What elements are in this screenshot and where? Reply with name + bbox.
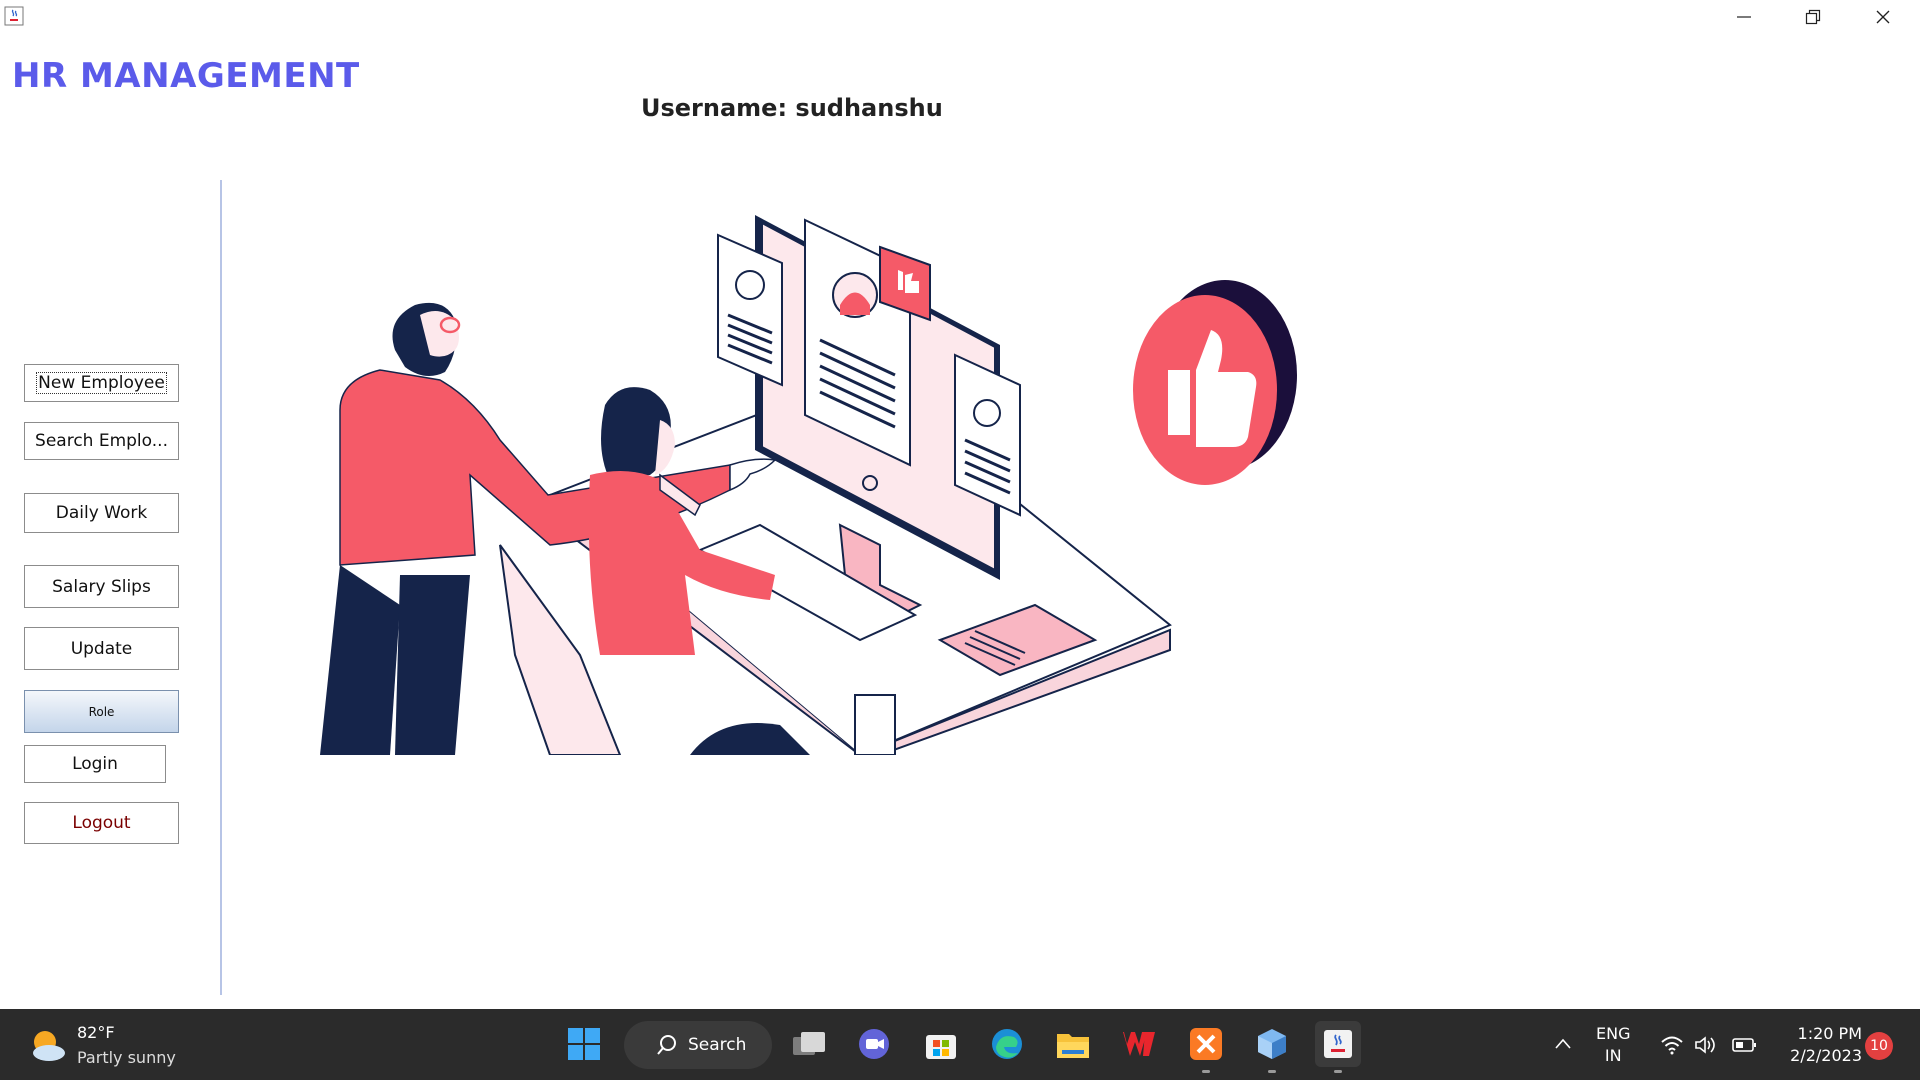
clock-time: 1:20 PM — [1797, 1024, 1862, 1043]
xampp-button[interactable] — [1183, 1021, 1229, 1073]
edge-button[interactable] — [984, 1021, 1030, 1067]
logout-label: Logout — [72, 813, 131, 833]
file-explorer-button[interactable] — [1050, 1021, 1096, 1067]
salary-slips-button[interactable]: Salary Slips — [24, 565, 179, 608]
microsoft-store-icon — [926, 1035, 956, 1059]
restore-button[interactable] — [1778, 0, 1848, 34]
wps-office-button[interactable] — [1116, 1021, 1162, 1067]
update-button[interactable]: Update — [24, 627, 179, 670]
daily-work-label: Daily Work — [55, 503, 148, 523]
teams-chat-icon — [859, 1029, 889, 1059]
weather-temperature[interactable]: 82°F — [77, 1023, 115, 1042]
login-label: Login — [72, 754, 118, 774]
hr-illustration — [320, 215, 1297, 755]
volume-icon[interactable] — [1694, 1035, 1718, 1055]
update-label: Update — [70, 638, 133, 659]
system-clock[interactable]: 1:20 PM 2/2/2023 — [1772, 1023, 1862, 1067]
minimize-button[interactable] — [1709, 0, 1779, 34]
app-title: HR MANAGEMENT — [12, 56, 360, 96]
chevron-up-icon[interactable] — [1554, 1037, 1572, 1051]
java-app-icon — [4, 6, 24, 26]
new-employee-button[interactable]: New Employee — [24, 364, 179, 402]
running-indicator — [1202, 1070, 1210, 1073]
virtualbox-button[interactable] — [1249, 1021, 1295, 1073]
username-label: Username: sudhanshu — [641, 94, 943, 122]
teams-chat-button[interactable] — [851, 1021, 897, 1067]
role-button[interactable]: Role — [24, 690, 179, 733]
role-label: Role — [88, 704, 115, 719]
store-button[interactable] — [918, 1021, 964, 1067]
wifi-icon[interactable] — [1660, 1035, 1684, 1055]
wps-office-icon — [1123, 1032, 1155, 1056]
edge-browser-icon — [992, 1029, 1022, 1059]
xampp-icon — [1190, 1028, 1222, 1060]
logout-button[interactable]: Logout — [24, 802, 179, 844]
region-code: IN — [1604, 1046, 1622, 1065]
task-view-icon — [793, 1032, 825, 1055]
new-employee-label: New Employee — [36, 372, 167, 394]
app-window: HR MANAGEMENT Username: sudhanshu New Em… — [0, 0, 1920, 1009]
java-app-icon — [1324, 1030, 1352, 1058]
login-button[interactable]: Login — [24, 745, 166, 783]
restore-icon — [1805, 9, 1821, 25]
weather-description[interactable]: Partly sunny — [77, 1048, 176, 1067]
title-bar — [0, 0, 1920, 34]
battery-icon[interactable] — [1732, 1037, 1758, 1053]
task-view-button[interactable] — [786, 1021, 832, 1067]
salary-slips-label: Salary Slips — [52, 576, 151, 597]
search-icon — [657, 1035, 676, 1055]
close-button[interactable] — [1848, 0, 1918, 34]
taskbar-search[interactable]: Search — [624, 1021, 772, 1069]
notification-badge[interactable]: 10 — [1865, 1032, 1893, 1060]
virtualbox-icon — [1258, 1029, 1286, 1059]
partly-sunny-icon — [33, 1031, 65, 1061]
java-app-taskbar-button[interactable] — [1315, 1021, 1361, 1073]
running-indicator — [1268, 1070, 1276, 1073]
file-explorer-icon — [1057, 1034, 1089, 1058]
windows-taskbar: 82°F Partly sunny Search ENG IN 1:20 PM … — [0, 1009, 1920, 1080]
daily-work-button[interactable]: Daily Work — [24, 493, 179, 533]
close-icon — [1876, 10, 1890, 24]
search-employee-label: Search Emplo... — [35, 431, 168, 451]
running-indicator — [1334, 1070, 1342, 1073]
sidebar-divider — [220, 180, 222, 995]
clock-date: 2/2/2023 — [1790, 1046, 1862, 1065]
search-employee-button[interactable]: Search Emplo... — [24, 422, 179, 460]
search-label: Search — [688, 1035, 747, 1055]
windows-start-icon — [568, 1028, 600, 1060]
minimize-icon — [1737, 16, 1751, 18]
language-indicator[interactable]: ENG IN — [1596, 1023, 1630, 1067]
language-code: ENG — [1596, 1024, 1631, 1043]
start-button[interactable] — [561, 1021, 607, 1067]
